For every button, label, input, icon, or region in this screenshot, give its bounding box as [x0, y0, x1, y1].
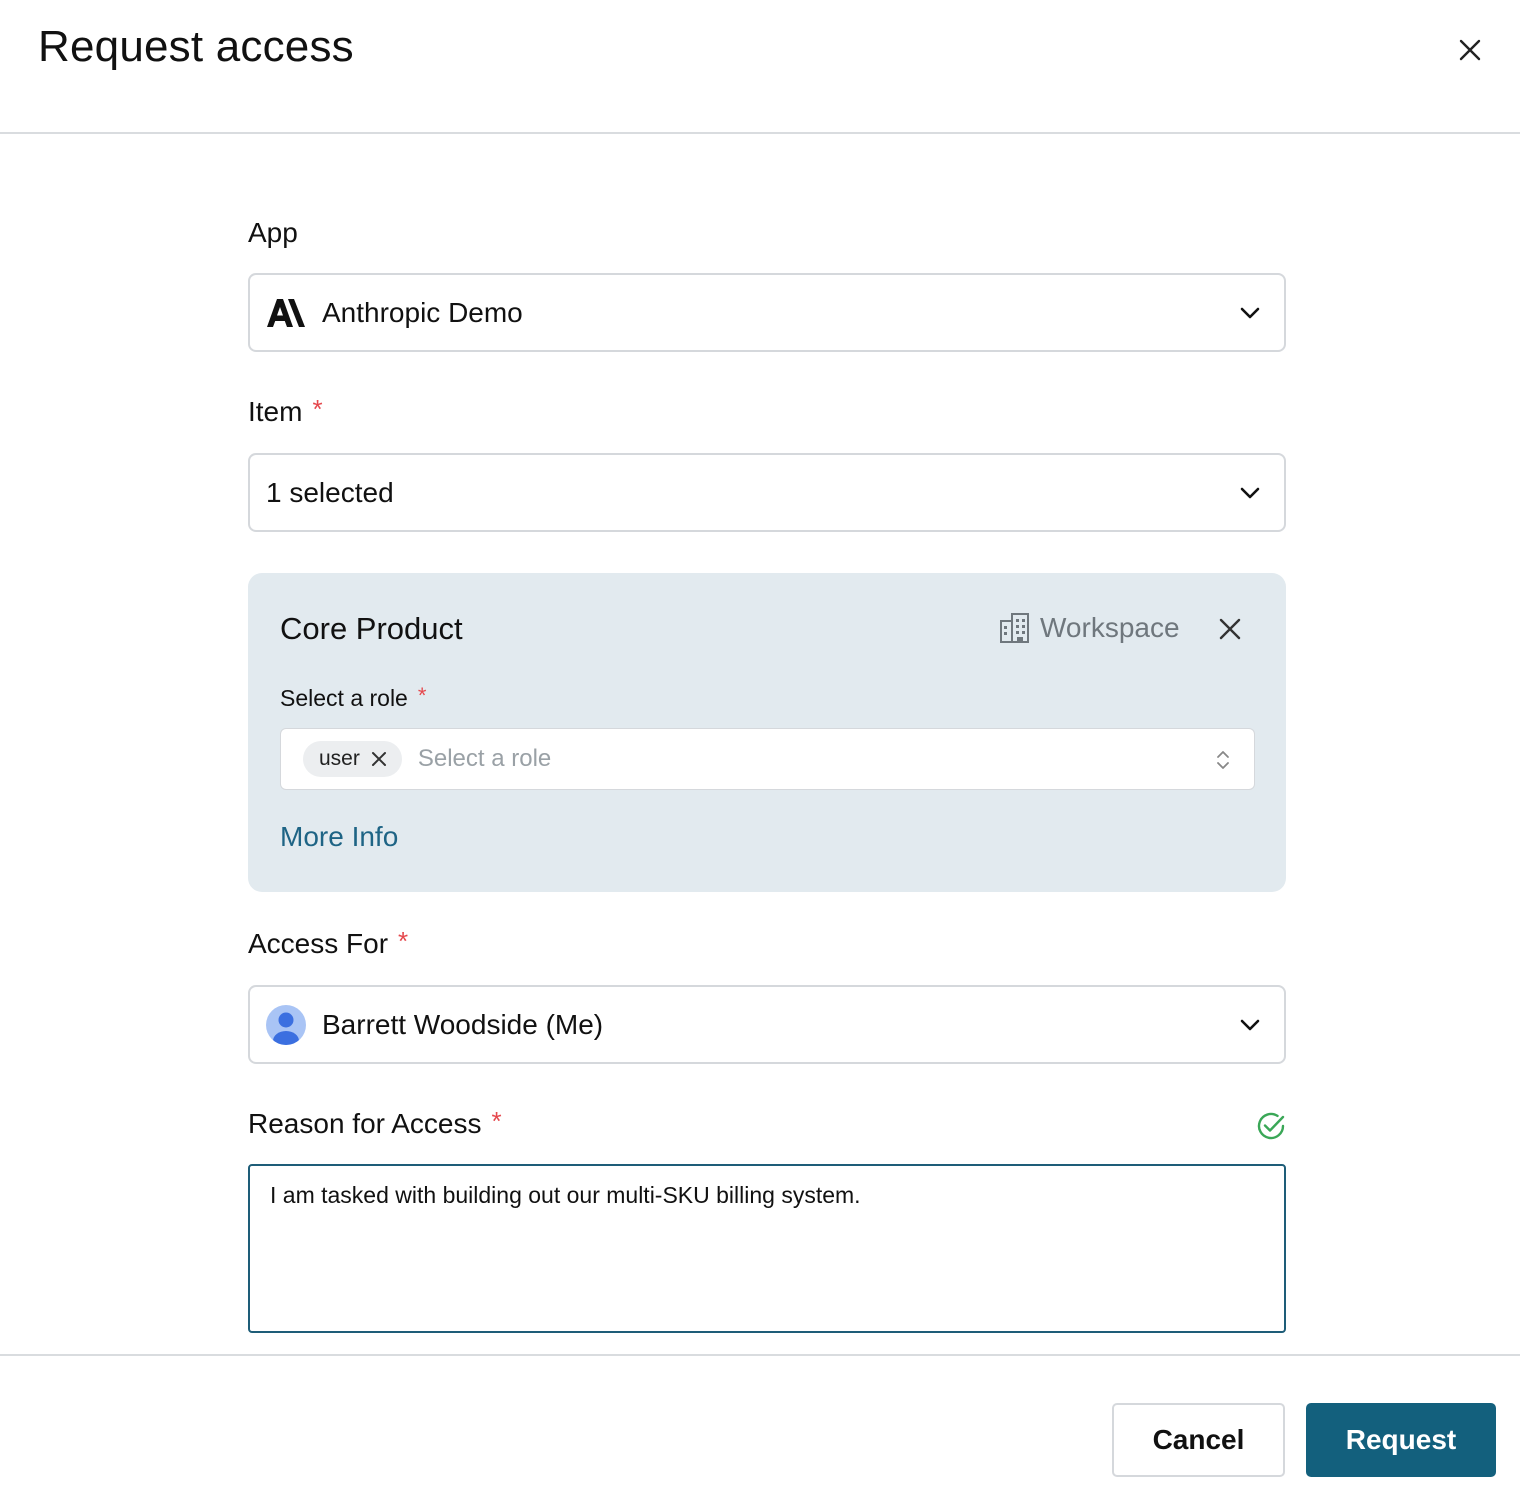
chevron-down-icon — [1240, 487, 1260, 499]
dialog-header: Request access — [0, 0, 1520, 134]
role-chip-label: user — [319, 747, 360, 770]
role-multiselect[interactable]: user — [280, 728, 1255, 790]
role-search-input[interactable] — [417, 745, 1118, 773]
access-for-value: Barrett Woodside (Me) — [322, 1008, 604, 1040]
required-marker: * — [398, 926, 409, 956]
request-access-dialog: Request access App Anthropic Demo Item * … — [0, 0, 1520, 1496]
chevron-down-icon — [1240, 307, 1260, 319]
dialog-title: Request access — [38, 22, 354, 71]
user-avatar-icon — [273, 1012, 299, 1045]
selected-item-card: Core Product Workspace Select a role * u… — [248, 573, 1286, 892]
item-label: Item * — [248, 394, 323, 428]
more-info-link[interactable]: More Info — [280, 821, 398, 853]
required-marker: * — [491, 1106, 502, 1136]
app-select[interactable]: Anthropic Demo — [248, 273, 1286, 352]
access-for-select[interactable]: Barrett Woodside (Me) — [248, 985, 1286, 1064]
building-icon — [1000, 613, 1029, 643]
close-icon — [1459, 39, 1481, 61]
dialog-footer: Cancel Request — [0, 1354, 1520, 1496]
item-select[interactable]: 1 selected — [248, 453, 1286, 532]
app-label: App — [248, 217, 298, 249]
reason-label: Reason for Access * — [248, 1106, 502, 1140]
request-button[interactable]: Request — [1306, 1403, 1496, 1477]
app-select-value: Anthropic Demo — [322, 296, 523, 328]
close-icon — [1219, 618, 1241, 640]
avatar — [266, 1004, 306, 1045]
check-circle-icon — [1257, 1112, 1285, 1140]
required-marker: * — [417, 683, 427, 708]
item-type: Workspace — [998, 611, 1180, 645]
access-for-label: Access For * — [248, 926, 409, 960]
reason-label-text: Reason for Access — [248, 1108, 482, 1139]
cancel-button[interactable]: Cancel — [1112, 1403, 1285, 1477]
anthropic-logo-icon — [267, 298, 305, 327]
item-select-value: 1 selected — [266, 476, 394, 508]
role-chip: user — [303, 741, 402, 777]
remove-role-icon[interactable] — [370, 750, 388, 768]
close-button[interactable] — [1452, 32, 1488, 68]
reason-textarea[interactable]: I am tasked with building out our multi-… — [248, 1164, 1286, 1333]
item-type-label: Workspace — [1040, 612, 1180, 643]
sort-arrows-icon — [1217, 751, 1229, 769]
chevron-down-icon — [1240, 1019, 1260, 1031]
required-marker: * — [312, 394, 323, 424]
access-for-label-text: Access For — [248, 928, 389, 959]
item-label-text: Item — [248, 396, 303, 427]
item-card-title: Core Product — [280, 611, 463, 646]
role-label: Select a role * — [280, 683, 427, 712]
role-label-text: Select a role — [280, 685, 408, 711]
app-label-text: App — [248, 217, 298, 248]
remove-item-button[interactable] — [1214, 613, 1246, 645]
